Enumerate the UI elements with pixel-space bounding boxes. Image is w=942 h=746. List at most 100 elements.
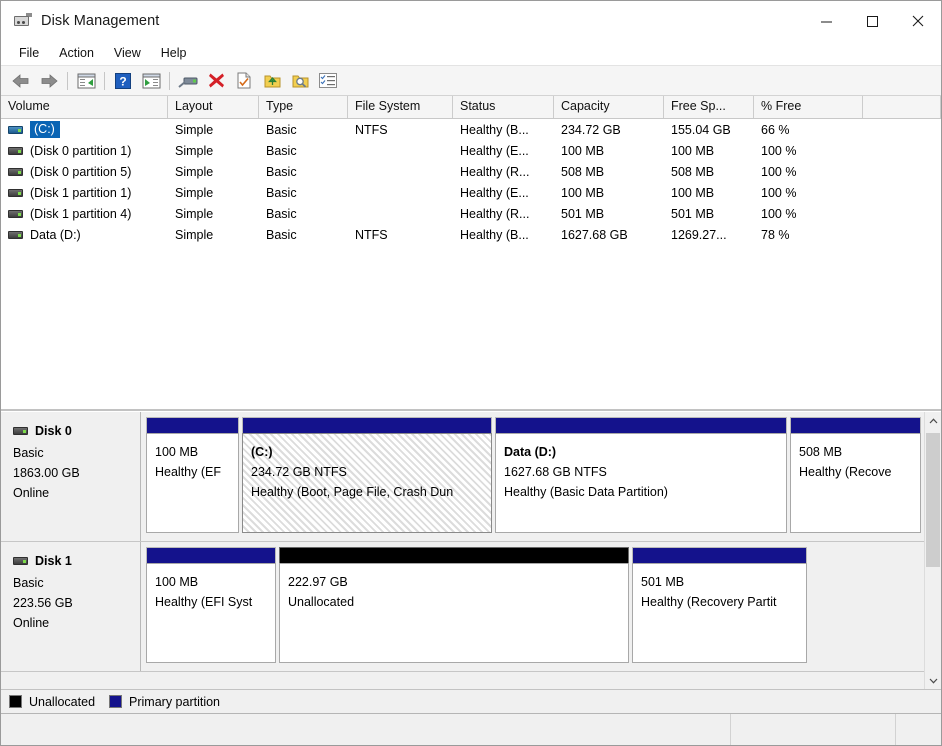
title-bar: Disk Management (1, 1, 941, 41)
volume-row[interactable]: (Disk 1 partition 4) Simple Basic Healthy (… (1, 203, 941, 224)
volume-row[interactable]: (Disk 1 partition 1) Simple Basic Healthy (… (1, 182, 941, 203)
export-list-button[interactable] (258, 68, 286, 94)
column-header--free[interactable]: % Free (754, 96, 863, 118)
maximize-button[interactable] (849, 1, 895, 41)
minimize-button[interactable] (803, 1, 849, 41)
column-header-file-system[interactable]: File System (348, 96, 453, 118)
cell-volume: (Disk 1 partition 1) (1, 186, 168, 200)
column-header-free-sp[interactable]: Free Sp... (664, 96, 754, 118)
menu-action[interactable]: Action (49, 43, 104, 63)
partition-color-bar (790, 417, 921, 433)
partition-block[interactable]: 222.97 GB Unallocated (279, 547, 629, 663)
partition-strip: 100 MB Healthy (EFI Syst 222.97 GB Unalloca… (141, 542, 924, 671)
volume-row[interactable]: (C:) Simple Basic NTFS Healthy (B... 234.72 G… (1, 119, 941, 140)
volume-drive-icon (8, 188, 23, 197)
cell-status: Healthy (R... (460, 206, 530, 221)
chevron-up-icon (929, 417, 937, 423)
partition-block[interactable]: 100 MB Healthy (EFI Syst (146, 547, 276, 663)
graphical-view-scrollbar[interactable] (924, 412, 941, 689)
disk-name: Disk 1 (35, 554, 72, 568)
column-header-type[interactable]: Type (259, 96, 348, 118)
partition-color-bar (146, 547, 276, 563)
volume-drive-icon (8, 230, 23, 239)
back-button[interactable] (7, 68, 35, 94)
show-hide-console-tree-button[interactable] (72, 68, 100, 94)
show-hide-console-tree-icon (77, 73, 95, 88)
partition-block[interactable]: Data (D:) 1627.68 GB NTFS Healthy (Basic D… (495, 417, 787, 533)
volume-row[interactable]: Data (D:) Simple Basic NTFS Healthy (B... 162… (1, 224, 941, 245)
volume-row[interactable]: (Disk 0 partition 5) Simple Basic Healthy (… (1, 161, 941, 182)
rescan-disks-button[interactable] (174, 68, 202, 94)
partition-block[interactable]: 501 MB Healthy (Recovery Partit (632, 547, 807, 663)
volume-row[interactable]: (Disk 0 partition 1) Simple Basic Healthy (… (1, 140, 941, 161)
partition-color-bar (632, 547, 807, 563)
partition-details[interactable]: Data (D:) 1627.68 GB NTFS Healthy (Basic D… (495, 433, 787, 533)
chevron-down-icon (929, 678, 937, 684)
menu-bar: File Action View Help (1, 41, 941, 66)
menu-help[interactable]: Help (151, 43, 197, 63)
minimize-icon (820, 21, 832, 22)
menu-view[interactable]: View (104, 43, 151, 63)
show-hide-action-pane-icon (142, 73, 160, 88)
scrollbar-thumb[interactable] (926, 433, 940, 567)
delete-button[interactable] (202, 68, 230, 94)
help-button[interactable]: ? (109, 68, 137, 94)
partition-status: Healthy (EFI Syst (155, 595, 253, 609)
partition-block[interactable]: 508 MB Healthy (Recove (790, 417, 921, 533)
cell-free-space: 100 MB (671, 143, 715, 158)
forward-button[interactable] (35, 68, 63, 94)
partition-status: Healthy (Boot, Page File, Crash Dun (251, 485, 454, 499)
menu-file[interactable]: File (9, 43, 49, 63)
partition-details[interactable]: 501 MB Healthy (Recovery Partit (632, 563, 807, 663)
svg-text:?: ? (119, 74, 126, 88)
cell-layout: Simple (175, 206, 214, 221)
volume-label: (Disk 0 partition 1) (30, 143, 132, 158)
partition-block[interactable]: 100 MB Healthy (EF (146, 417, 239, 533)
partition-size: 100 MB (155, 575, 199, 589)
scrollbar-track[interactable] (925, 429, 941, 672)
find-button[interactable] (286, 68, 314, 94)
disk-info-panel[interactable]: Disk 0 Basic 1863.00 GB Online (1, 412, 141, 541)
legend-item: Primary partition (109, 695, 220, 709)
volume-drive-icon (8, 167, 23, 176)
volume-drive-icon (8, 146, 23, 155)
partition-block[interactable]: (C:) 234.72 GB NTFS Healthy (Boot, Page Fi… (242, 417, 492, 533)
cell-capacity: 100 MB (561, 143, 605, 158)
partition-details[interactable]: (C:) 234.72 GB NTFS Healthy (Boot, Page Fi… (242, 433, 492, 533)
volume-list-rows[interactable]: (C:) Simple Basic NTFS Healthy (B... 234.72 G… (1, 119, 941, 409)
disk-state: Online (13, 616, 50, 630)
cell-volume: (Disk 0 partition 5) (1, 165, 168, 179)
scroll-down-button[interactable] (925, 672, 941, 689)
cell-type: Basic (266, 143, 297, 158)
partition-details[interactable]: 508 MB Healthy (Recove (790, 433, 921, 533)
scroll-up-button[interactable] (925, 412, 941, 429)
cell-capacity: 1627.68 GB (561, 227, 628, 242)
status-bar-main (1, 714, 731, 745)
column-header-status[interactable]: Status (453, 96, 554, 118)
disk-type: Basic (13, 576, 44, 590)
toolbar: ? (1, 66, 941, 96)
partition-details[interactable]: 222.97 GB Unallocated (279, 563, 629, 663)
column-header-volume[interactable]: Volume (1, 96, 168, 118)
list-view-button[interactable] (314, 68, 342, 94)
close-button[interactable] (895, 1, 941, 41)
window-title: Disk Management (41, 13, 160, 29)
disk-info-panel[interactable]: Disk 1 Basic 223.56 GB Online (1, 542, 141, 671)
disk-state: Online (13, 486, 50, 500)
partition-details[interactable]: 100 MB Healthy (EF (146, 433, 239, 533)
close-icon (912, 15, 924, 27)
export-list-icon (264, 75, 280, 87)
show-hide-action-pane-button[interactable] (137, 68, 165, 94)
legend-item: Unallocated (9, 695, 95, 709)
cell-percent-free: 100 % (761, 164, 797, 179)
partition-color-bar (495, 417, 787, 433)
column-header-capacity[interactable]: Capacity (554, 96, 664, 118)
volume-list-header: Volume Layout Type File System Status Capacit… (1, 96, 941, 119)
partition-details[interactable]: 100 MB Healthy (EFI Syst (146, 563, 276, 663)
disk-management-icon (14, 13, 32, 29)
column-header-layout[interactable]: Layout (168, 96, 259, 118)
column-header-blank[interactable] (863, 96, 941, 118)
cell-volume: (Disk 1 partition 4) (1, 207, 168, 221)
partition-title: (C:) (251, 445, 273, 459)
properties-button[interactable] (230, 68, 258, 94)
